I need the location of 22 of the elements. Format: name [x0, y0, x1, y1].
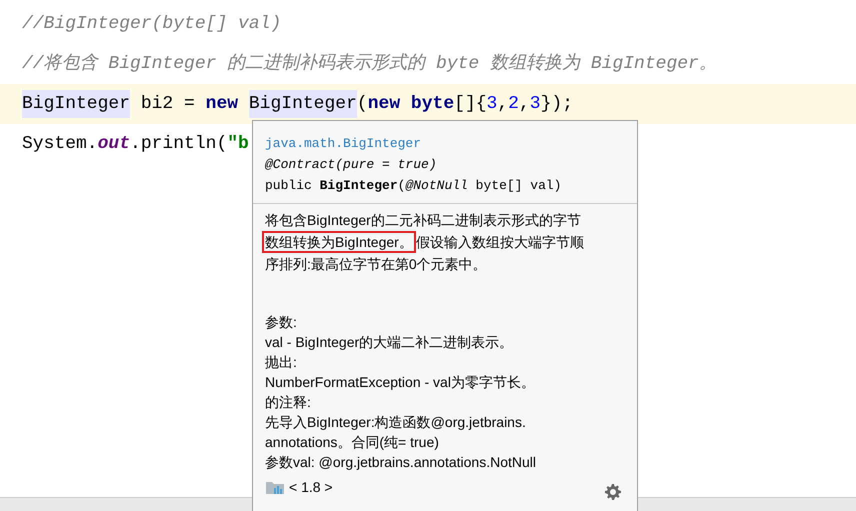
- package-name: java.math.BigInteger: [265, 135, 422, 153]
- description-text: 序排列:最高位字节在第0个元素中。: [265, 255, 487, 274]
- detail-text: 先导入BigInteger:构造函数@org.jetbrains.: [265, 413, 526, 432]
- detail-text: NumberFormatException - val为零字节长。: [265, 373, 535, 392]
- detail-text: annotations。合同(纯= true): [265, 433, 439, 452]
- code-line: //将包含 BigInteger 的二进制补码表示形式的 byte 数组转换为 BigInteger。: [22, 52, 717, 76]
- annotation-text: @Contract(pure = true): [265, 156, 437, 174]
- code-line: BigInteger bi2 = new BigInteger(new byte[]{3,2,3});: [22, 90, 574, 118]
- detail-text: 参数:: [265, 313, 297, 332]
- detail-text: 抛出:: [265, 353, 297, 372]
- highlighted-text: 数组转换为BigInteger。: [262, 231, 416, 253]
- library-icon: [265, 479, 285, 495]
- method-signature: public BigInteger(@NotNull byte[] val): [265, 177, 562, 195]
- description-text: 假设输入数组按大端字节顺: [416, 233, 584, 252]
- detail-text: val - BigInteger的大端二补二进制表示。: [265, 333, 514, 352]
- code-line: //BigInteger(byte[] val): [22, 13, 282, 36]
- detail-text: 的注释:: [265, 393, 311, 412]
- settings-icon[interactable]: [605, 484, 621, 500]
- detail-text: 参数val: @org.jetbrains.annotations.NotNull: [265, 453, 536, 472]
- code-line: System.out.println("b: [22, 133, 249, 156]
- description-text: 将包含BigInteger的二元补码二进制表示形式的字节: [265, 211, 581, 230]
- version-text: < 1.8 >: [289, 478, 333, 497]
